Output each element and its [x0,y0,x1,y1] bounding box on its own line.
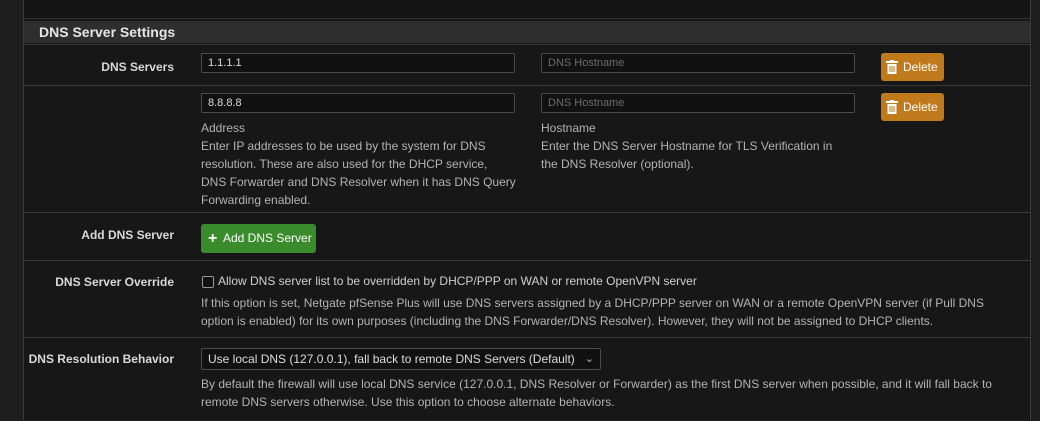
override-checkbox[interactable] [202,276,214,288]
hostname-help-line: the DNS Resolver (optional). [541,157,694,171]
add-dns-label: Add DNS Server [81,228,174,242]
dns-servers-row-1: DNS Servers 1.1.1.1 DNS Hostname Delete [24,44,1030,85]
resolution-label: DNS Resolution Behavior [28,352,174,366]
dns-servers-row-2: 8.8.8.8 DNS Hostname Delete Address Ente… [24,85,1030,212]
dns-hostname-input-1[interactable]: DNS Hostname [541,53,855,73]
delete-button-2[interactable]: Delete [881,93,944,121]
address-help-line: DNS Forwarder and DNS Resolver when it h… [201,175,516,189]
trash-icon [886,100,898,114]
chevron-down-icon: ⌄ [584,353,594,365]
settings-panel: DNS Server Settings DNS Servers 1.1.1.1 … [23,0,1031,420]
delete-button-1[interactable]: Delete [881,53,944,81]
add-dns-button-label: Add DNS Server [223,231,312,245]
delete-label-1: Delete [903,60,938,74]
address-help-line: resolution. These are also used for the … [201,157,488,171]
override-label: DNS Server Override [55,275,174,289]
dns-servers-label: DNS Servers [101,60,174,74]
hostname-help-line: Enter the DNS Server Hostname for TLS Ve… [541,139,833,153]
dns-address-input-1[interactable]: 1.1.1.1 [201,53,515,73]
dns-hostname-input-2[interactable]: DNS Hostname [541,93,855,113]
override-help: If this option is set, Netgate pfSense P… [201,294,1021,330]
delete-label-2: Delete [903,100,938,114]
address-title: Address [201,121,246,135]
resolution-help-line: remote DNS servers otherwise. Use this o… [201,395,615,409]
dns-address-input-2[interactable]: 8.8.8.8 [201,93,515,113]
add-dns-server-button[interactable]: + Add DNS Server [201,224,316,253]
add-dns-row: Add DNS Server [24,212,1030,260]
resolution-select[interactable]: Use local DNS (127.0.0.1), fall back to … [201,348,601,370]
section-heading: DNS Server Settings [24,21,1030,43]
resolution-selected: Use local DNS (127.0.0.1), fall back to … [208,352,575,366]
address-help: Address Enter IP addresses to be used by… [201,119,531,209]
plus-icon: + [208,230,218,247]
hostname-title: Hostname [541,121,596,135]
top-strip [24,0,1030,19]
override-checkbox-label[interactable]: Allow DNS server list to be overridden b… [218,272,697,290]
override-row: DNS Server Override Allow DNS server lis… [24,260,1030,337]
address-help-line: Enter IP addresses to be used by the sys… [201,139,486,153]
resolution-help: By default the firewall will use local D… [201,375,1021,411]
resolution-help-line: By default the firewall will use local D… [201,377,992,391]
trash-icon [886,60,898,74]
resolution-row: DNS Resolution Behavior Use local DNS (1… [24,337,1030,421]
address-help-line: Forwarding enabled. [201,193,311,207]
hostname-help: Hostname Enter the DNS Server Hostname f… [541,119,861,173]
override-help-line: option is enabled) for its own purposes … [201,314,934,328]
override-help-line: If this option is set, Netgate pfSense P… [201,296,984,310]
